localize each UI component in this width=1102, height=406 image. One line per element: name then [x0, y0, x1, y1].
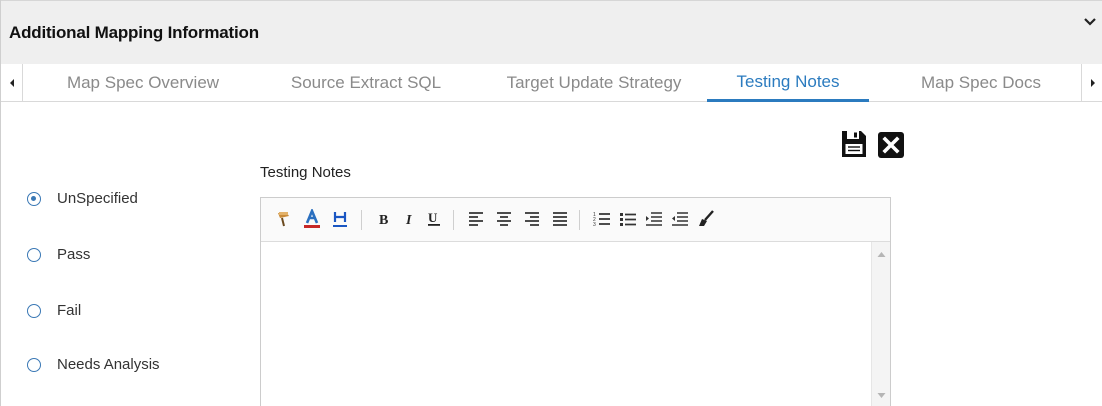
rich-text-editor: B I U 123	[260, 197, 891, 406]
toolbar-separator	[361, 210, 362, 230]
svg-text:3: 3	[593, 222, 596, 227]
align-right-icon[interactable]	[521, 208, 543, 230]
radio-needs-analysis[interactable]: Needs Analysis	[27, 356, 160, 373]
bulleted-list-icon[interactable]	[617, 208, 639, 230]
svg-text:U: U	[428, 210, 438, 225]
tab-testing-notes[interactable]: Testing Notes	[707, 64, 869, 102]
panel-header: Additional Mapping Information	[1, 0, 1102, 64]
clear-format-icon[interactable]	[695, 208, 717, 230]
tab-source-extract-sql[interactable]: Source Extract SQL	[271, 64, 461, 102]
close-icon[interactable]	[878, 132, 904, 158]
underline-icon[interactable]: U	[423, 208, 445, 230]
align-left-icon[interactable]	[465, 208, 487, 230]
radio-label: Needs Analysis	[57, 356, 160, 373]
radio-label: UnSpecified	[57, 190, 138, 207]
editor-scrollbar[interactable]	[871, 242, 890, 406]
indent-icon[interactable]	[643, 208, 665, 230]
tab-scroll-left-icon[interactable]	[1, 64, 23, 102]
tab-map-spec-overview[interactable]: Map Spec Overview	[45, 64, 241, 102]
italic-icon[interactable]: I	[399, 208, 421, 230]
toolbar-separator	[453, 210, 454, 230]
radio-circle-checked[interactable]	[27, 191, 41, 206]
highlight-icon[interactable]	[329, 208, 351, 230]
tab-bar: Map Spec Overview Source Extract SQL Tar…	[1, 64, 1102, 102]
svg-text:I: I	[405, 213, 412, 227]
editor-label: Testing Notes	[260, 164, 351, 181]
font-color-icon[interactable]	[301, 208, 323, 230]
tab-scroll-right-icon[interactable]	[1081, 64, 1102, 102]
toolbar-separator	[579, 210, 580, 230]
testing-notes-textarea[interactable]	[261, 242, 871, 406]
chevron-down-icon[interactable]	[1083, 15, 1097, 29]
radio-unspecified[interactable]: UnSpecified	[27, 190, 138, 207]
bold-icon[interactable]: B	[373, 208, 395, 230]
panel-title: Additional Mapping Information	[9, 23, 259, 42]
justify-icon[interactable]	[549, 208, 571, 230]
radio-label: Pass	[57, 246, 91, 263]
align-center-icon[interactable]	[493, 208, 515, 230]
radio-circle[interactable]	[27, 303, 41, 318]
outdent-icon[interactable]	[669, 208, 691, 230]
scroll-up-icon[interactable]	[877, 250, 886, 259]
radio-pass[interactable]: Pass	[27, 246, 90, 263]
numbered-list-icon[interactable]: 123	[591, 208, 613, 230]
tab-target-update-strategy[interactable]: Target Update Strategy	[489, 64, 699, 102]
save-icon[interactable]	[841, 130, 867, 158]
editor-toolbar: B I U 123	[261, 198, 890, 242]
format-painter-icon[interactable]	[273, 208, 295, 230]
radio-fail[interactable]: Fail	[27, 302, 81, 319]
radio-label: Fail	[57, 302, 82, 319]
radio-circle[interactable]	[27, 247, 41, 262]
svg-text:B: B	[379, 213, 388, 227]
scroll-down-icon[interactable]	[877, 391, 886, 400]
radio-circle[interactable]	[27, 357, 41, 372]
mapping-panel: Additional Mapping Information Map Spec …	[0, 0, 1102, 406]
tab-map-spec-docs[interactable]: Map Spec Docs	[891, 64, 1071, 102]
